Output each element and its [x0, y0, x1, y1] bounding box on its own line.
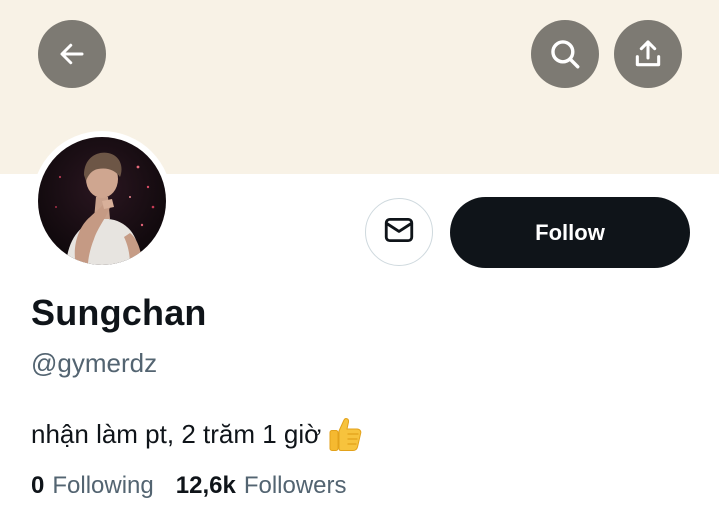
followers-stat[interactable]: 12,6k Followers — [176, 472, 347, 500]
following-stat[interactable]: 0 Following — [31, 472, 154, 500]
arrow-left-icon — [57, 39, 87, 69]
follow-button[interactable]: Follow — [450, 197, 690, 268]
following-count: 0 — [31, 472, 45, 499]
avatar[interactable] — [38, 137, 166, 265]
envelope-icon — [382, 213, 416, 252]
avatar-frame[interactable] — [32, 131, 172, 271]
follow-stats: 0 Following 12,6k Followers — [31, 472, 347, 500]
thumbs-up-emoji-icon — [327, 415, 363, 453]
username-handle: @gymerdz — [31, 348, 158, 378]
follow-button-label: Follow — [535, 219, 605, 245]
search-icon — [548, 37, 582, 71]
profile-page: Follow Sungchan @gymerdz nhận làm pt, 2 … — [0, 0, 719, 529]
share-upload-icon — [632, 38, 664, 70]
display-name: Sungchan — [31, 292, 207, 333]
following-label: Following — [52, 472, 154, 499]
followers-count: 12,6k — [175, 472, 236, 499]
profile-bio: nhận làm pt, 2 trăm 1 giờ — [31, 415, 363, 453]
message-button[interactable] — [365, 198, 433, 266]
followers-label: Followers — [243, 472, 347, 499]
back-button[interactable] — [38, 20, 106, 88]
search-button[interactable] — [531, 20, 599, 88]
share-button[interactable] — [614, 20, 682, 88]
bio-text: nhận làm pt, 2 trăm 1 giờ — [31, 418, 322, 449]
